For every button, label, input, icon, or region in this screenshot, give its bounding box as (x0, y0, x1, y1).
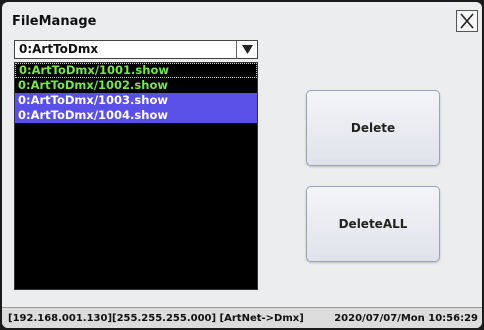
file-list-item[interactable]: 0:ArtToDmx/1004.show (15, 108, 257, 123)
network-status: [192.168.001.130][255.255.255.000] [ArtN… (8, 313, 304, 324)
close-button[interactable] (456, 10, 478, 32)
file-list-item[interactable]: 0:ArtToDmx/1003.show (15, 93, 257, 108)
status-bar: [192.168.001.130][255.255.255.000] [ArtN… (2, 307, 482, 328)
triangle-down-icon[interactable] (242, 45, 253, 54)
file-list-item[interactable]: 0:ArtToDmx/1001.show (15, 63, 257, 78)
window-title: FileManage (12, 14, 97, 29)
close-x-icon (460, 13, 474, 29)
datetime-status: 2020/07/07/Mon 10:56:29 (334, 313, 478, 324)
path-dropdown-value: 0:ArtToDmx (19, 42, 99, 56)
file-list-item[interactable]: 0:ArtToDmx/1002.show (15, 78, 257, 93)
file-list[interactable]: 0:ArtToDmx/1001.show 0:ArtToDmx/1002.show… (14, 62, 258, 290)
delete-all-button[interactable]: DeleteALL (306, 186, 440, 262)
file-manage-window: FileManage 0:ArtToDmx 0:ArtToDmx/1001.sh… (2, 2, 482, 328)
delete-button[interactable]: Delete (306, 90, 440, 166)
path-dropdown[interactable]: 0:ArtToDmx (14, 40, 258, 59)
dropdown-divider (236, 41, 237, 58)
